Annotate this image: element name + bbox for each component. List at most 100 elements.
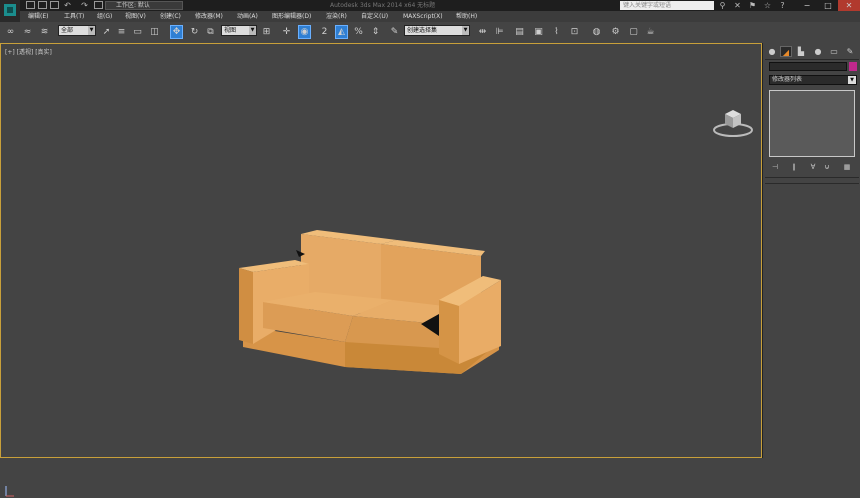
panel-divider <box>765 59 859 60</box>
unlink-tool[interactable]: ≈ <box>21 25 34 39</box>
perspective-viewport[interactable]: [+] [透视] [真实] <box>0 43 762 497</box>
mirror-tool[interactable]: ⇹ <box>476 25 489 39</box>
align-icon: ⊫ <box>495 27 504 37</box>
render-setup-tool[interactable]: ⚙ <box>609 25 622 39</box>
curve-editor-tool[interactable]: ⌇ <box>550 25 563 39</box>
viewcube-icon[interactable] <box>712 104 754 138</box>
object-name-field[interactable] <box>769 62 847 71</box>
select-and-rotate-tool[interactable]: ↻ <box>188 25 201 39</box>
angle-snap-tool[interactable]: ◭ <box>335 25 348 39</box>
help-icon[interactable]: ? <box>778 1 787 10</box>
menu-edit[interactable]: 编辑(E) <box>28 11 48 22</box>
show-end-result-icon[interactable]: ∥ <box>788 162 800 172</box>
render-setup-icon: ⚙ <box>611 27 620 37</box>
title-bar: ↶ ↷ 工作区: 默认 Autodesk 3ds Max 2014 x64 无标… <box>0 0 860 22</box>
undo-icon[interactable]: ↶ <box>63 1 72 10</box>
remove-modifier-icon[interactable]: ⊍ <box>821 162 833 172</box>
menu-rendering[interactable]: 渲染(R) <box>326 11 347 22</box>
search-input[interactable]: 键入关键字或短语 <box>620 1 714 10</box>
window-crossing-tool[interactable]: ◫ <box>148 25 161 39</box>
mirror-icon: ⇹ <box>478 27 487 37</box>
snap-icon: 2 <box>321 27 328 37</box>
reference-coordinate-dropdown[interactable]: 视图 ▼ <box>221 25 257 36</box>
snaps-toggle-tool[interactable]: 2 <box>318 25 331 39</box>
teapot-icon: ☕ <box>646 27 655 37</box>
command-panel: ● ◢ ▙ ● ▭ ✎ 修改器列表 ▼ ⊣ ∥ ∀ ⊍ ▦ <box>762 43 860 458</box>
spinner-snap-icon: ⇕ <box>371 27 380 37</box>
configure-modifier-sets-icon[interactable]: ▦ <box>841 162 853 172</box>
layer-manager-tool[interactable]: ▤ <box>513 25 526 39</box>
app-menu-button[interactable] <box>0 0 20 22</box>
menu-maxscript[interactable]: MAXScript(X) <box>403 11 443 22</box>
modify-tab[interactable]: ◢ <box>780 46 792 57</box>
menu-help[interactable]: 帮助(H) <box>456 11 477 22</box>
keyboard-icon: ◉ <box>300 27 309 37</box>
spinner-snap-tool[interactable]: ⇕ <box>369 25 382 39</box>
selection-filter-dropdown[interactable]: 全部 ▼ <box>58 25 96 36</box>
object-color-swatch[interactable] <box>849 62 857 71</box>
select-and-link-tool[interactable]: ∞ <box>4 25 17 39</box>
material-editor-tool[interactable]: ◍ <box>590 25 603 39</box>
rendered-frame-window-tool[interactable]: ▢ <box>627 25 640 39</box>
maximize-button[interactable]: □ <box>818 0 838 11</box>
new-file-icon[interactable] <box>26 1 35 9</box>
menu-group[interactable]: 组(G) <box>97 11 112 22</box>
chevron-down-icon: ▼ <box>88 26 95 35</box>
modifier-stack[interactable] <box>769 90 855 157</box>
communication-icon[interactable]: ⚑ <box>748 1 757 10</box>
redo-icon[interactable]: ↷ <box>80 1 89 10</box>
select-and-move-tool[interactable]: ✥ <box>170 25 183 39</box>
percent-snap-tool[interactable]: % <box>352 25 365 39</box>
panel-divider <box>765 177 859 178</box>
named-selection-value: 创建选择集 <box>407 27 438 34</box>
save-file-icon[interactable] <box>50 1 59 9</box>
rotate-icon: ↻ <box>190 27 199 37</box>
unlink-icon: ≈ <box>23 27 32 37</box>
motion-tab[interactable]: ● <box>812 46 824 57</box>
pin-stack-icon[interactable]: ⊣ <box>769 162 781 172</box>
open-file-icon[interactable] <box>38 1 47 9</box>
menu-graph-editors[interactable]: 图形编辑器(D) <box>272 11 311 22</box>
viewport-label[interactable]: [+] [透视] [真实] <box>5 47 52 56</box>
menu-create[interactable]: 创建(C) <box>160 11 181 22</box>
modifier-list-dropdown[interactable]: 修改器列表 ▼ <box>769 75 857 85</box>
select-and-scale-tool[interactable]: ⧉ <box>204 25 217 39</box>
sofa-model[interactable] <box>233 224 508 389</box>
bind-to-space-warp-tool[interactable]: ≋ <box>38 25 51 39</box>
subscription-icon[interactable]: ✕ <box>733 1 742 10</box>
utilities-tab[interactable]: ✎ <box>844 46 856 57</box>
menu-animation[interactable]: 动画(A) <box>237 11 258 22</box>
select-and-manipulate-tool[interactable]: ✛ <box>280 25 293 39</box>
favorites-star-icon[interactable]: ☆ <box>763 1 772 10</box>
project-folder-icon[interactable] <box>94 1 103 9</box>
named-selection-dropdown[interactable]: 创建选择集 ▼ <box>404 25 470 36</box>
binoculars-icon[interactable]: ⚲ <box>718 1 727 10</box>
menu-customize[interactable]: 自定义(U) <box>361 11 388 22</box>
space-warp-icon: ≋ <box>40 27 49 37</box>
hierarchy-tab[interactable]: ▙ <box>795 46 807 57</box>
link-icon: ∞ <box>6 27 15 37</box>
pivot-center-tool[interactable]: ⊞ <box>260 25 273 39</box>
select-object-tool[interactable]: ➚ <box>100 25 113 39</box>
create-tab[interactable]: ● <box>766 46 778 57</box>
close-button[interactable]: ✕ <box>838 0 860 11</box>
display-tab[interactable]: ▭ <box>828 46 840 57</box>
graphite-tools-toggle[interactable]: ▣ <box>532 25 545 39</box>
frame-window-icon: ▢ <box>629 27 638 37</box>
workspace-dropdown[interactable]: 工作区: 默认 <box>105 1 183 10</box>
select-by-name-tool[interactable]: ≡ <box>115 25 128 39</box>
edit-named-selection-tool[interactable]: ✎ <box>388 25 401 39</box>
menu-views[interactable]: 视图(V) <box>125 11 146 22</box>
menu-tools[interactable]: 工具(T) <box>64 11 84 22</box>
schematic-view-tool[interactable]: ⊡ <box>568 25 581 39</box>
rectangular-selection-tool[interactable]: ▭ <box>131 25 144 39</box>
keyboard-shortcut-override-tool[interactable]: ◉ <box>298 25 311 39</box>
make-unique-icon[interactable]: ∀ <box>807 162 819 172</box>
list-icon: ≡ <box>117 27 126 37</box>
menu-modifiers[interactable]: 修改器(M) <box>195 11 223 22</box>
material-editor-icon: ◍ <box>592 27 601 37</box>
named-selection-icon: ✎ <box>390 27 399 37</box>
render-production-tool[interactable]: ☕ <box>644 25 657 39</box>
minimize-button[interactable]: − <box>796 0 818 11</box>
align-tool[interactable]: ⊫ <box>493 25 506 39</box>
